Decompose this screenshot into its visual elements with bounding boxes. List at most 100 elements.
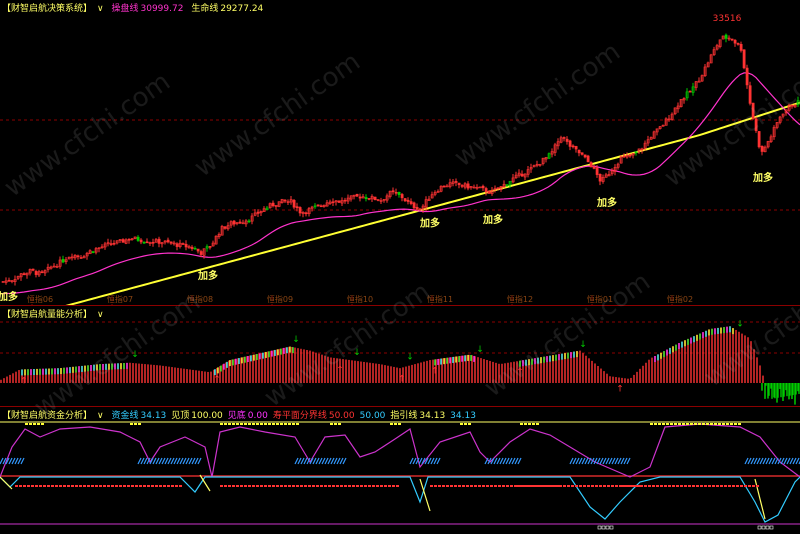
top-marker	[280, 423, 283, 425]
signal-label: 加多	[419, 216, 440, 229]
bottom-marker	[736, 485, 739, 487]
hatch-block	[774, 457, 779, 465]
candle-body	[580, 152, 584, 155]
bottom-marker	[523, 485, 526, 487]
top-marker	[718, 423, 721, 425]
bottom-marker	[352, 485, 355, 487]
hatch-block	[626, 457, 631, 465]
top-marker	[138, 423, 141, 425]
bottom-marker	[502, 485, 505, 487]
bottom-marker	[716, 485, 719, 487]
top-marker	[236, 423, 239, 425]
candle-body	[367, 198, 371, 200]
ma2-label: 生命线	[191, 4, 219, 14]
top-marker	[706, 423, 709, 425]
candle-body	[406, 199, 410, 202]
bottom-marker	[632, 485, 635, 487]
candle-body	[565, 138, 569, 142]
candle-body	[40, 271, 44, 274]
hatch-block	[605, 457, 610, 465]
hatch-block	[0, 457, 4, 465]
dropdown-chevron-icon[interactable]: ∨	[97, 411, 104, 421]
candle-body	[271, 202, 275, 207]
candle-body	[283, 199, 287, 202]
bottom-marker	[19, 485, 22, 487]
hatch-block	[617, 457, 622, 465]
bottom-marker	[442, 485, 445, 487]
guide-line	[419, 478, 431, 512]
bottom-marker	[276, 485, 279, 487]
hatch-block	[137, 457, 142, 465]
bottom-marker	[272, 485, 275, 487]
x-tick-label: 恒指02	[667, 294, 693, 304]
top-marker	[130, 423, 133, 425]
hatch-block	[602, 457, 607, 465]
top-marker	[398, 423, 401, 425]
bottom-marker	[466, 485, 469, 487]
hatch-block	[173, 457, 178, 465]
bottom-marker	[356, 485, 359, 487]
hatch-block	[499, 457, 504, 465]
hatch-block	[179, 457, 184, 465]
ma2-value: 29277.24	[220, 4, 264, 14]
bottom-white-marker	[601, 525, 606, 530]
hatch-block	[786, 457, 791, 465]
hatch-block	[11, 457, 16, 465]
money-chart[interactable]	[0, 407, 800, 534]
bottom-marker	[680, 485, 683, 487]
hatch-block	[611, 457, 616, 465]
top-marker	[650, 423, 653, 425]
top-marker	[334, 423, 337, 425]
top-marker	[710, 423, 713, 425]
hatch-block	[418, 457, 423, 465]
bottom-marker	[288, 485, 291, 487]
bottom-marker	[95, 485, 98, 487]
dropdown-chevron-icon[interactable]: ∨	[97, 310, 104, 320]
hatch-block	[152, 457, 157, 465]
bottom-marker	[611, 485, 614, 487]
top-marker	[678, 423, 681, 425]
bottom-marker	[498, 485, 501, 487]
dropdown-chevron-icon[interactable]: ∨	[97, 4, 104, 14]
top-marker	[37, 423, 40, 425]
candle-body	[562, 137, 566, 139]
top-marker	[730, 423, 733, 425]
hatch-block	[608, 457, 613, 465]
hatch-block	[502, 457, 507, 465]
bottom-marker	[87, 485, 90, 487]
top-marker	[694, 423, 697, 425]
bottom-marker	[732, 485, 735, 487]
candle-body	[91, 251, 95, 253]
bottom-marker	[220, 485, 223, 487]
bottom-marker	[15, 485, 18, 487]
bottom-marker	[308, 485, 311, 487]
hatch-block	[768, 457, 773, 465]
top-marker	[528, 423, 531, 425]
hatch-block	[312, 457, 317, 465]
bottom-marker	[652, 485, 655, 487]
bottom-marker	[571, 485, 574, 487]
bottom-marker	[692, 485, 695, 487]
bottom-marker	[328, 485, 331, 487]
volume-header: 【财智启航量能分析】 ∨	[2, 307, 109, 320]
bottom-marker	[664, 485, 667, 487]
hatch-block	[620, 457, 625, 465]
candle-body	[598, 173, 602, 182]
legend-label: 见底	[227, 411, 246, 421]
bottom-marker	[348, 485, 351, 487]
hatch-block	[297, 457, 302, 465]
bottom-marker	[482, 485, 485, 487]
hatch-block	[433, 457, 438, 465]
hatch-block	[17, 457, 22, 465]
candle-body	[7, 279, 11, 282]
top-marker	[690, 423, 693, 425]
top-marker	[532, 423, 535, 425]
candle-body	[355, 193, 359, 197]
candle-body	[724, 34, 728, 39]
hatch-block	[158, 457, 163, 465]
bottom-marker	[131, 485, 134, 487]
bottom-marker	[615, 485, 618, 487]
money-panel[interactable]: 【财智启航资金分析】 ∨ 资金线 34.13 见顶 100.00 见底 0.00 寿平面分界线…	[0, 407, 800, 534]
candle-body	[571, 145, 575, 148]
candle-body	[22, 273, 26, 275]
